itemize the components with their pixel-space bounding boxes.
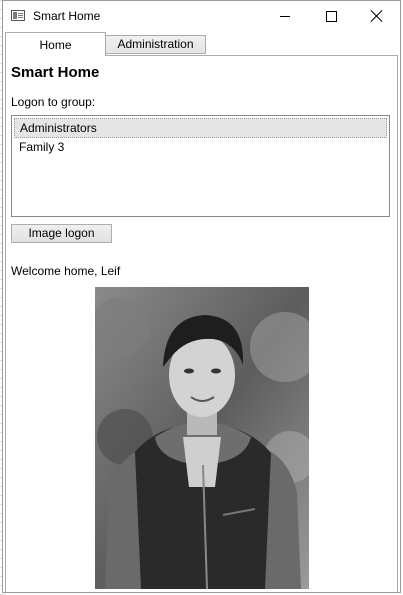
window-title: Smart Home — [33, 9, 101, 23]
page-title: Smart Home — [11, 64, 100, 81]
user-photo — [95, 287, 309, 589]
tab-administration[interactable]: Administration — [106, 35, 206, 54]
maximize-button[interactable] — [308, 1, 354, 31]
close-button[interactable] — [354, 1, 400, 31]
list-item-administrators[interactable]: Administrators — [14, 118, 387, 138]
welcome-message: Welcome home, Leif — [11, 264, 121, 278]
tab-home[interactable]: Home — [5, 32, 106, 56]
close-icon — [371, 10, 383, 22]
tab-strip: Home Administration — [3, 32, 400, 56]
group-listbox[interactable]: Administrators Family 3 — [11, 115, 390, 217]
minimize-icon — [280, 15, 290, 17]
image-logon-button[interactable]: Image logon — [11, 224, 112, 243]
app-window-icon[interactable] — [11, 10, 25, 21]
minimize-button[interactable] — [262, 1, 308, 31]
app-window: Smart Home Home Administration Smart Hom… — [2, 0, 401, 593]
title-bar[interactable]: Smart Home — [3, 1, 400, 31]
maximize-icon — [325, 10, 337, 22]
user-photo-image — [95, 287, 309, 589]
group-label: Logon to group: — [11, 95, 96, 109]
list-item-family-3[interactable]: Family 3 — [14, 138, 387, 158]
